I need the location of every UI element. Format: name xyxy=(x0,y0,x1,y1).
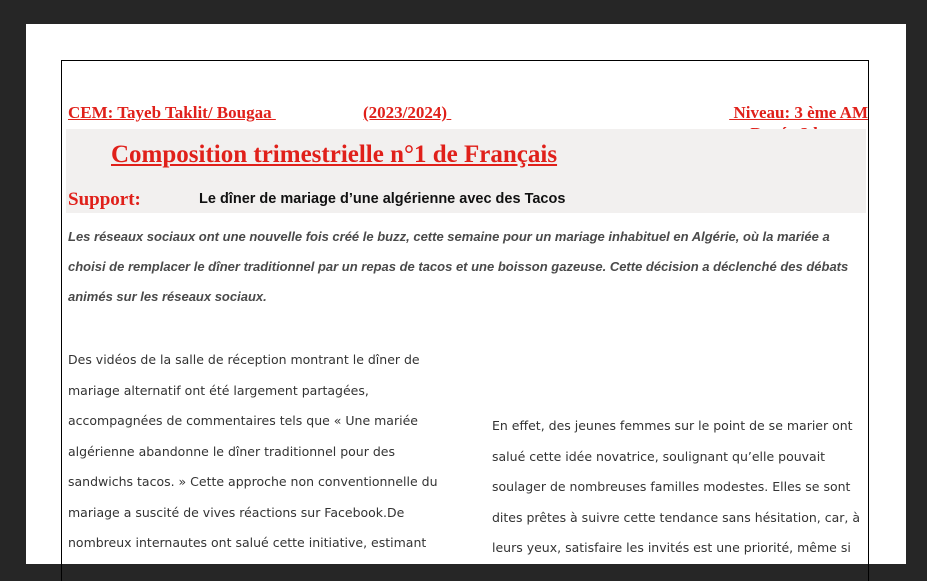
school-name: CEM: Tayeb Taklit/ Bougaa xyxy=(68,103,276,122)
school-year: (2023/2024) xyxy=(363,103,452,122)
text-line: mariage a suscité de vives réactions sur… xyxy=(68,504,405,520)
page-title: Composition trimestrielle n°1 de Françai… xyxy=(111,141,558,168)
text-line: salué cette idée novatrice, soulignant q… xyxy=(492,448,826,464)
text-line: accompagnées de commentaires tels que « … xyxy=(68,413,418,428)
text-line: Des vidéos de la salle de réception mont… xyxy=(68,352,420,367)
document-page: CEM: Tayeb Taklit/ Bougaa (2023/2024) Ni… xyxy=(26,24,906,581)
text-line: nombreux internautes ont salué cette ini… xyxy=(68,535,427,550)
right-text-column: En effet, des jeunes femmes sur le point… xyxy=(492,411,860,564)
text-line: algérienne abandonne le dîner traditionn… xyxy=(68,443,395,459)
support-text: Le dîner de mariage d’une algérienne ave… xyxy=(199,191,566,207)
text-line: mariage alternatif ont été largement par… xyxy=(68,382,369,398)
class-level: Niveau: 3 ème AM xyxy=(729,103,868,122)
intro-paragraph: Les réseaux sociaux ont une nouvelle foi… xyxy=(68,229,849,304)
text-line: dites prêtes à suivre cette tendance san… xyxy=(492,509,861,525)
left-text-column: Des vidéos de la salle de réception mont… xyxy=(68,345,438,559)
text-line: En effet, des jeunes femmes sur le point… xyxy=(492,418,853,433)
text-line: sandwichs tacos. » Cette approche non co… xyxy=(68,474,438,489)
text-line: soulager de nombreuses familles modestes… xyxy=(492,479,851,494)
support-label: Support: xyxy=(68,189,141,210)
document-frame: CEM: Tayeb Taklit/ Bougaa (2023/2024) Ni… xyxy=(61,60,869,581)
